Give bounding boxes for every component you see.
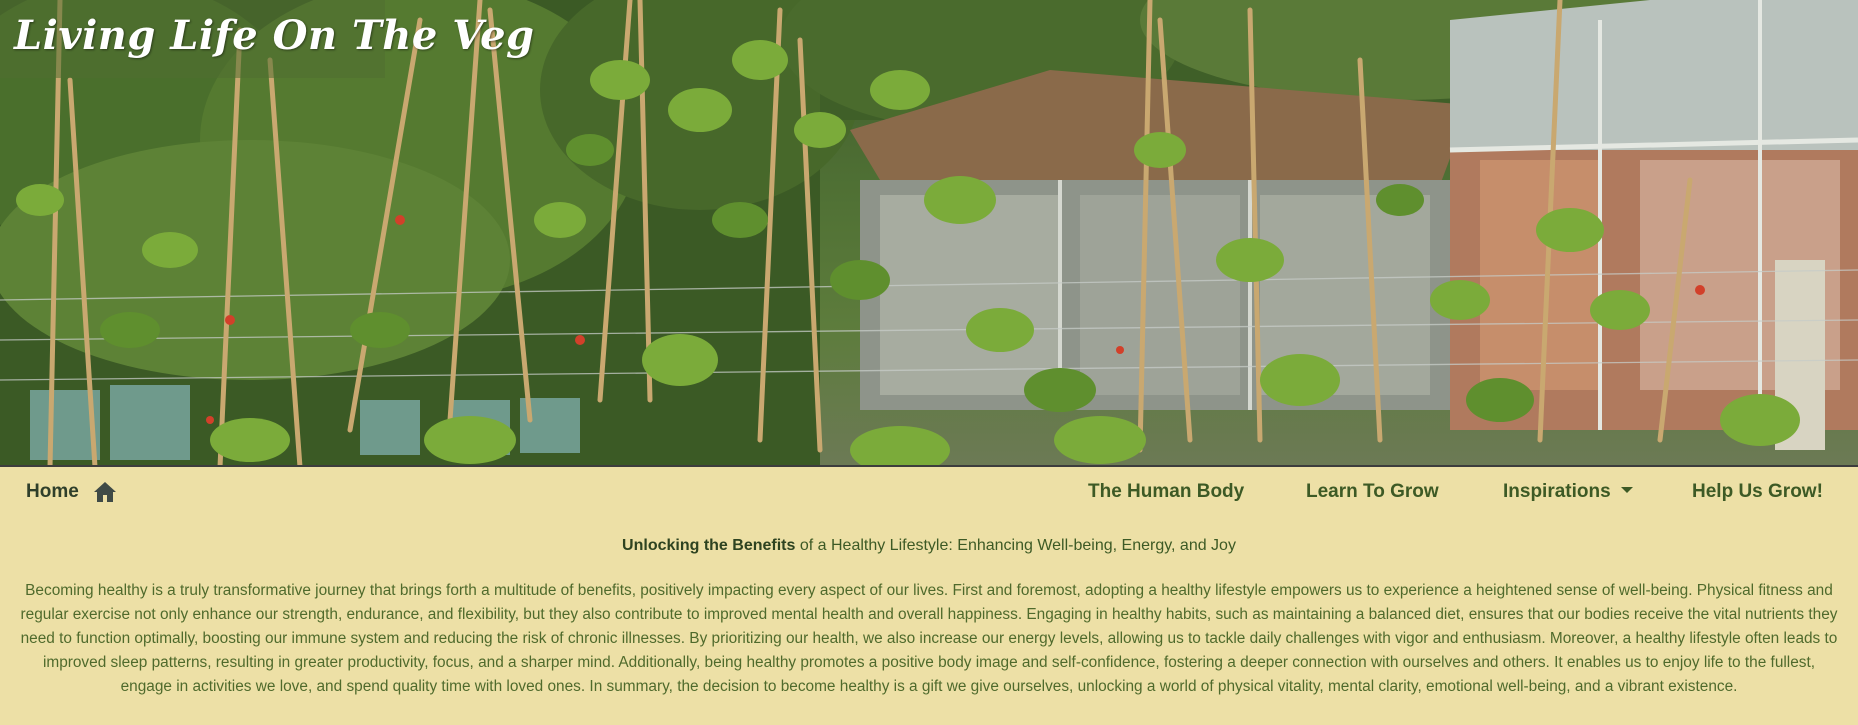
nav-home-label: Home — [26, 481, 79, 502]
home-icon — [93, 482, 116, 502]
nav-item-inspirations-label: Inspirations — [1503, 481, 1611, 502]
intro-rest: of a Healthy Lifestyle: Enhancing Well-b… — [795, 537, 1236, 554]
nav-home-link[interactable]: Home — [26, 481, 117, 503]
caret-down-icon — [1620, 486, 1633, 493]
nav-item-help-us-grow[interactable]: Help Us Grow! — [1692, 481, 1823, 503]
body-paragraph: Becoming healthy is a truly transformati… — [20, 582, 1838, 695]
nav-item-learn-to-grow[interactable]: Learn To Grow — [1306, 481, 1439, 503]
intro-heading: Unlocking the Benefits of a Healthy Life… — [0, 537, 1858, 555]
site-title[interactable]: Living Life On The Veg — [14, 12, 535, 59]
nav-item-the-human-body[interactable]: The Human Body — [1088, 481, 1244, 503]
intro-bold: Unlocking the Benefits — [622, 537, 796, 554]
hero-banner: Living Life On The Veg — [0, 0, 1858, 467]
nav-item-inspirations[interactable]: Inspirations — [1503, 481, 1633, 503]
main-navbar: Home The Human Body Learn To Grow Inspir… — [0, 469, 1858, 517]
